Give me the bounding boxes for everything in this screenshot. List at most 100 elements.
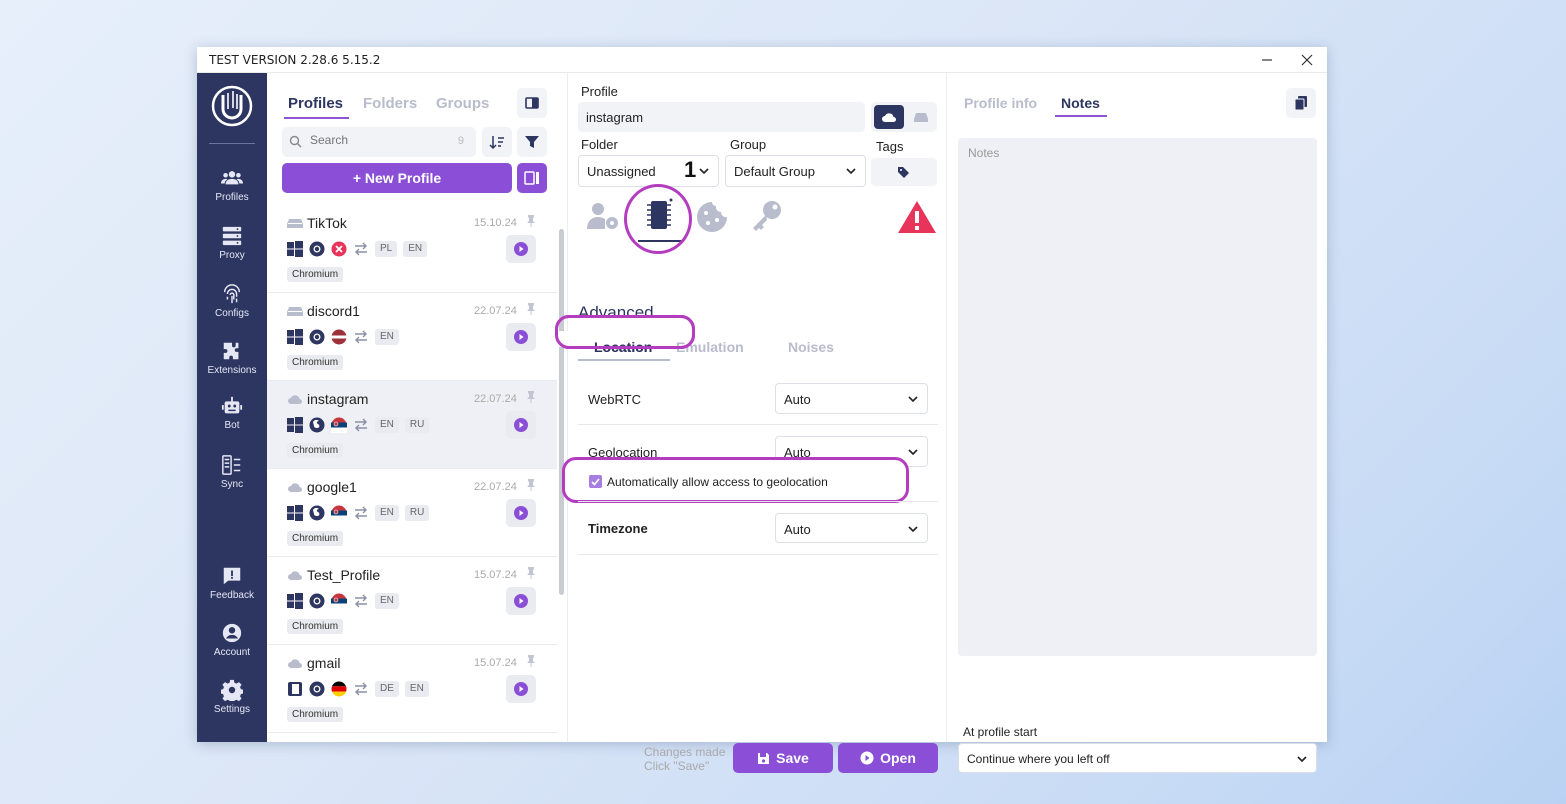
nav-item-sync[interactable]: Sync (197, 454, 267, 490)
cloud-icon (288, 395, 302, 404)
launch-profile-button[interactable] (506, 235, 536, 263)
pin-icon[interactable] (526, 479, 536, 491)
tab-folders[interactable]: Folders (363, 95, 417, 112)
sync-icon (222, 455, 241, 475)
pin-icon[interactable] (526, 567, 536, 579)
profile-start-select[interactable]: Continue where you left off (958, 743, 1317, 773)
filter-button[interactable] (517, 127, 547, 157)
profile-card[interactable]: google1 22.07.24 EN RU Chromium (267, 469, 557, 557)
profile-card[interactable]: Test_Profile 15.07.24 EN Chromium (267, 557, 557, 645)
fingerprint-icon (223, 284, 241, 304)
sort-button[interactable] (482, 127, 512, 157)
chevron-down-icon (908, 526, 918, 533)
key-icon[interactable] (750, 199, 784, 233)
profile-attributes: EN RU (287, 417, 430, 433)
profile-start-value: Continue where you left off (967, 752, 1110, 766)
notes-textarea[interactable]: Notes (958, 138, 1317, 656)
launch-profile-button[interactable] (506, 587, 536, 615)
nav-item-account[interactable]: Account (197, 622, 267, 658)
server-icon (222, 226, 242, 246)
folder-select[interactable]: Unassigned 1 (578, 155, 719, 187)
firefox-icon (309, 417, 325, 433)
pin-icon[interactable] (526, 655, 536, 667)
launch-profile-button[interactable] (506, 499, 536, 527)
swap-icon (355, 506, 367, 520)
toggle-panel-button[interactable] (517, 88, 547, 118)
nav-item-bot[interactable]: Bot (197, 395, 267, 431)
swap-icon (355, 242, 367, 256)
nav-item-settings[interactable]: Settings (197, 679, 267, 715)
copy-notes-button[interactable] (1286, 88, 1316, 118)
profile-name-value: instagram (586, 110, 644, 125)
feedback-icon (223, 567, 241, 585)
webrtc-value: Auto (784, 392, 811, 407)
play-icon (860, 751, 874, 765)
pin-icon[interactable] (526, 303, 536, 315)
new-profile-button[interactable]: + New Profile (282, 163, 512, 193)
pin-icon[interactable] (526, 391, 536, 403)
changes-line-1: Changes made (644, 745, 726, 759)
account-icon (222, 623, 242, 643)
panel-toggle-icon (525, 97, 539, 109)
nav-item-extensions[interactable]: Extensions (197, 340, 267, 376)
windows-icon (287, 505, 303, 521)
local-drive-icon (287, 307, 303, 316)
close-button[interactable] (1287, 47, 1327, 73)
warning-icon[interactable] (897, 199, 937, 235)
puzzle-icon (223, 342, 239, 360)
tab-profiles[interactable]: Profiles (283, 95, 350, 119)
open-label: Open (880, 750, 916, 766)
save-button[interactable]: Save (733, 743, 833, 773)
play-icon (514, 418, 528, 432)
swap-icon (355, 330, 367, 344)
search-input[interactable] (310, 133, 440, 147)
language-badge: RU (404, 505, 430, 521)
language-badge: DE (375, 681, 399, 697)
profile-attributes: DE EN (287, 681, 429, 697)
chrome-icon (309, 241, 325, 257)
profile-name-field[interactable]: instagram (578, 102, 865, 132)
cloud-storage-button[interactable] (874, 105, 904, 129)
webrtc-select[interactable]: Auto (775, 383, 928, 414)
tab-profile-info[interactable]: Profile info (964, 95, 1037, 111)
save-label: Save (776, 750, 809, 766)
nav-item-profiles[interactable]: Profiles (197, 167, 267, 203)
tab-groups[interactable]: Groups (436, 95, 489, 112)
tab-notes[interactable]: Notes (1061, 95, 1100, 111)
timezone-label: Timezone (588, 521, 648, 536)
cloud-icon (288, 659, 302, 668)
quick-profile-button[interactable] (517, 163, 547, 193)
nav-item-proxy[interactable]: Proxy (197, 225, 267, 261)
geo-checkbox[interactable] (589, 475, 602, 488)
user-settings-icon[interactable] (586, 201, 620, 231)
copy-icon (1295, 96, 1307, 110)
launch-profile-button[interactable] (506, 323, 536, 351)
timezone-select[interactable]: Auto (775, 513, 928, 543)
profile-name: discord1 (307, 303, 360, 319)
subtab-noises[interactable]: Noises (788, 339, 834, 355)
pin-icon[interactable] (526, 215, 536, 227)
profile-date: 15.07.24 (474, 569, 517, 581)
minimize-button[interactable] (1247, 47, 1287, 73)
profile-list-scrollbar[interactable] (559, 229, 564, 595)
nav-item-configs[interactable]: Configs (197, 283, 267, 319)
profile-card[interactable]: discord1 22.07.24 EN Chromium (267, 293, 557, 381)
geo-checkbox-label[interactable]: Automatically allow access to geolocatio… (607, 475, 828, 489)
profile-card[interactable]: TikTok 15.10.24 PL EN Chromium (267, 205, 557, 293)
row-divider (578, 424, 938, 425)
profile-date: 15.07.24 (474, 657, 517, 669)
launch-profile-button[interactable] (506, 411, 536, 439)
nav-divider (209, 143, 255, 144)
profile-card[interactable]: instagram 22.07.24 EN RU Chromium (267, 381, 557, 469)
launch-profile-button[interactable] (506, 675, 536, 703)
open-button[interactable]: Open (838, 743, 938, 773)
search-count: 9 (457, 135, 464, 147)
tags-button[interactable] (871, 158, 937, 186)
profile-editor: Profile instagram Folder Unassigned 1 Gr… (555, 73, 947, 773)
local-storage-button[interactable] (907, 105, 935, 129)
nav-item-feedback[interactable]: Feedback (197, 565, 267, 601)
profile-card[interactable]: gmail 15.07.24 DE EN Chromium (267, 645, 557, 733)
group-select[interactable]: Default Group (725, 155, 866, 187)
cookie-icon[interactable] (696, 201, 728, 233)
profile-attributes: EN (287, 593, 399, 609)
